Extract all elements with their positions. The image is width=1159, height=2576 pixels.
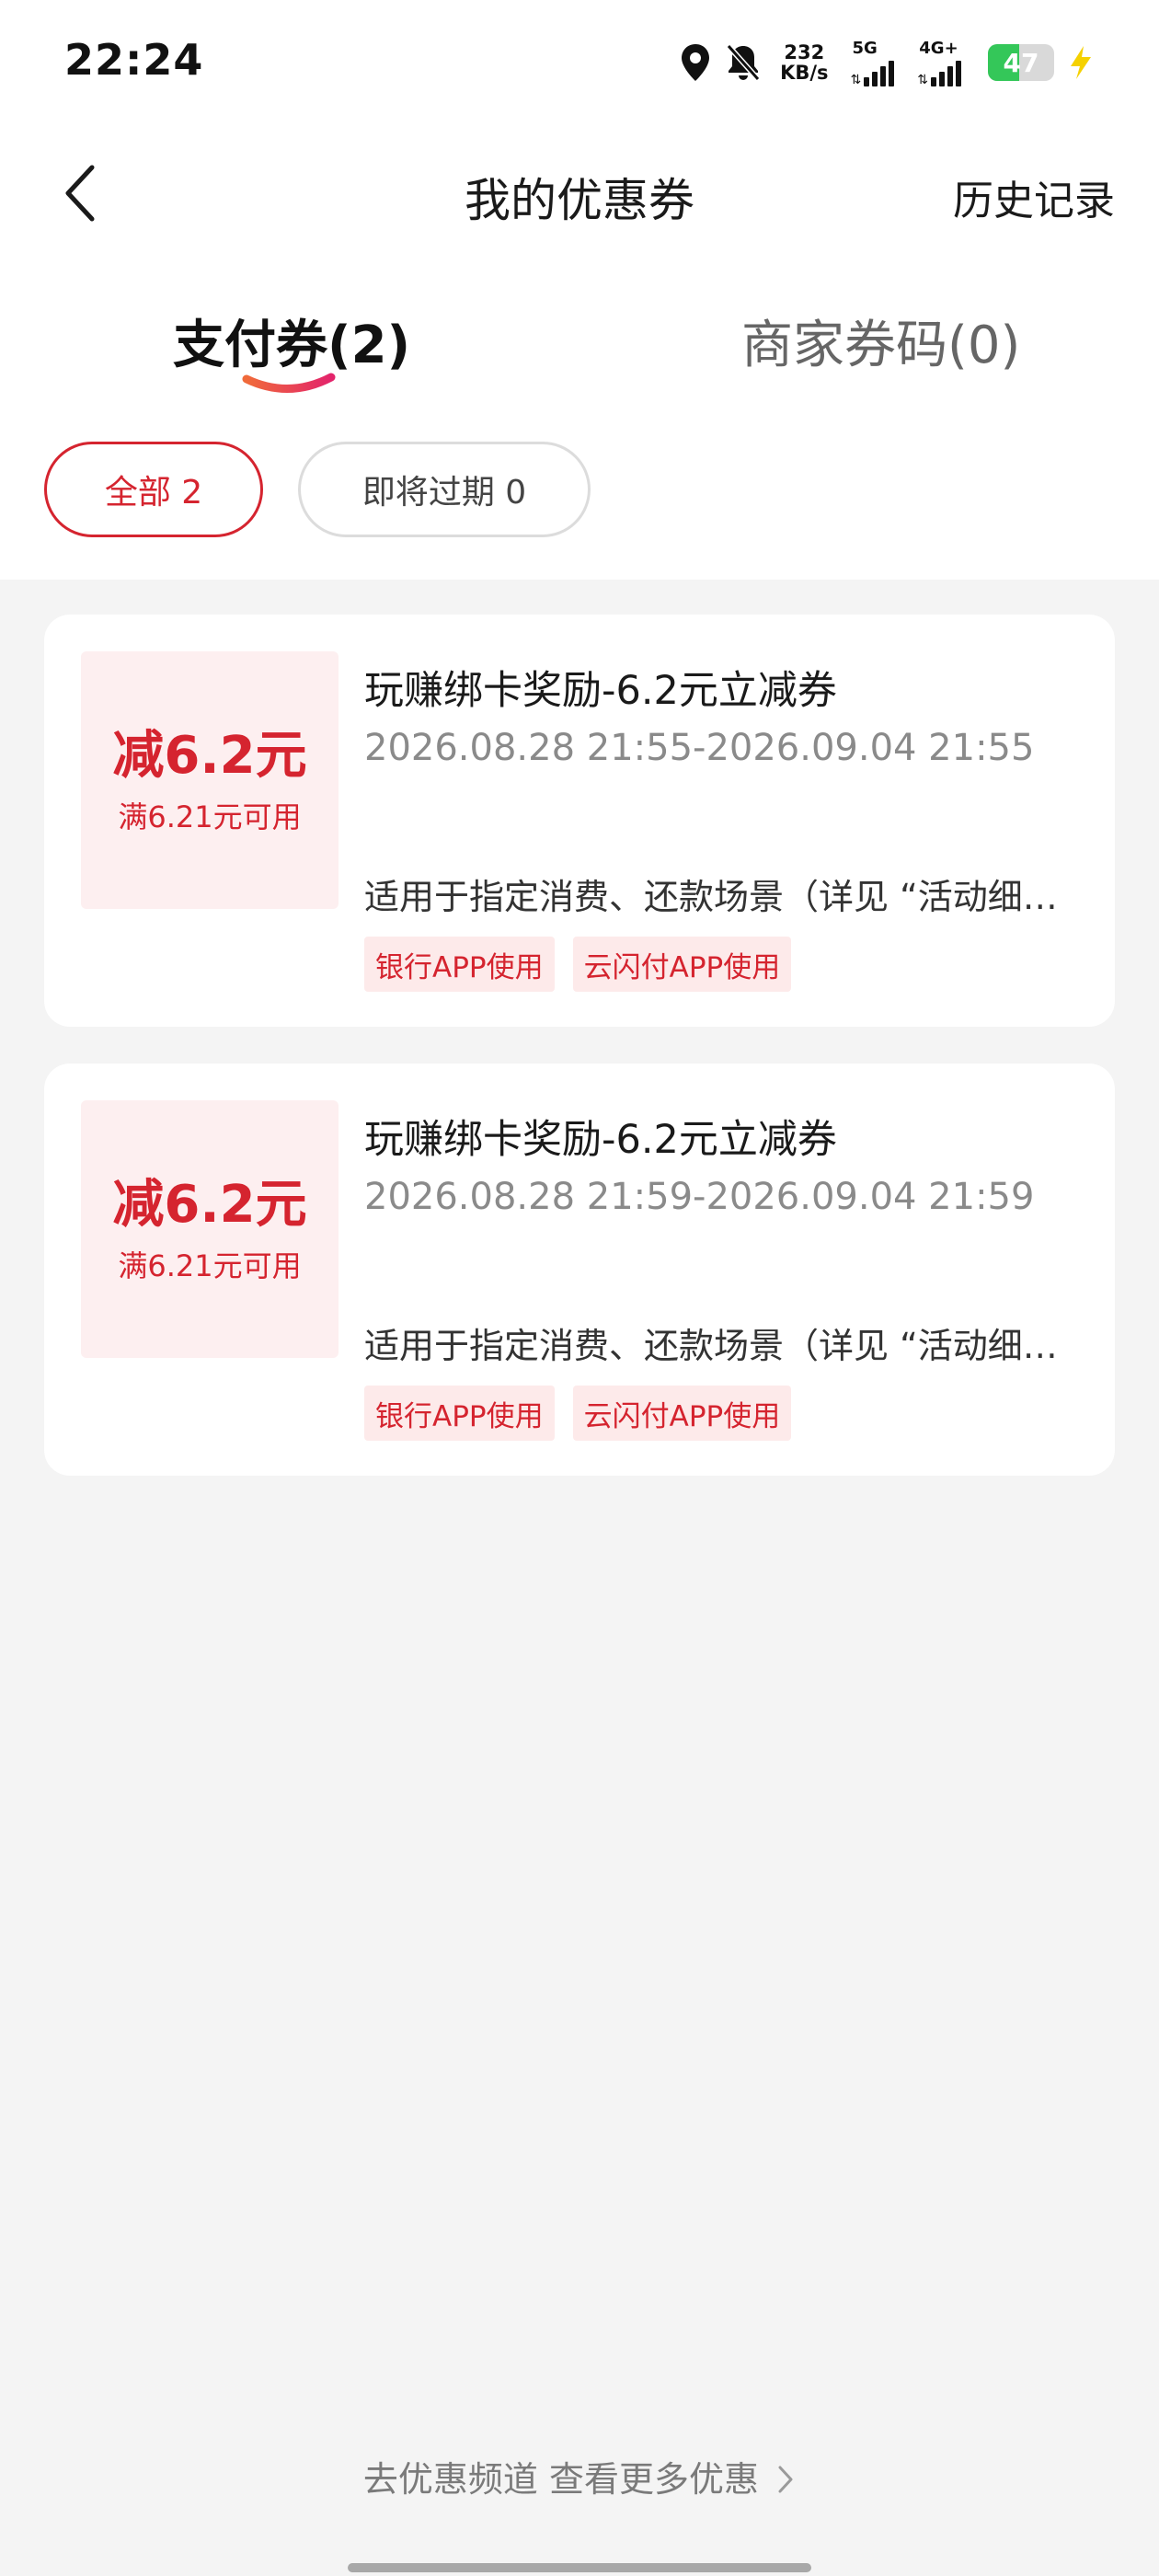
net-speed-value: 232 (784, 41, 825, 63)
coupon-tag: 银行APP使用 (364, 937, 555, 992)
coupon-condition: 满6.21元可用 (118, 799, 302, 834)
coupon-amount: 减6.2元 (112, 726, 307, 786)
coupon-value-block: 减6.2元 满6.21元可用 (81, 651, 339, 909)
bell-muted-icon (725, 42, 762, 83)
net-speed-unit: KB/s (780, 62, 829, 84)
battery-level: 47 (1003, 48, 1039, 78)
net-speed: 232 KB/s (780, 42, 828, 83)
coupon-condition: 满6.21元可用 (118, 1248, 302, 1283)
signal-1-label: 5G (852, 39, 878, 58)
coupon-description: 适用于指定消费、还款场景（详见 “活动细则”） (364, 877, 1091, 917)
signal-icon: 4G+ ⇅ (917, 39, 964, 86)
coupon-date-range: 2026.08.28 21:59-2026.09.04 21:59 (364, 1176, 1035, 1218)
status-time: 22:24 (64, 35, 204, 85)
data-arrows-icon: ⇅ (850, 73, 862, 87)
coupon-date-range: 2026.08.28 21:55-2026.09.04 21:55 (364, 727, 1035, 769)
tab-active-indicator (242, 373, 336, 393)
coupon-title: 玩赚绑卡奖励-6.2元立减券 (364, 1117, 837, 1163)
coupon-tag: 云闪付APP使用 (572, 937, 792, 992)
more-offers-label: 去优惠频道 查看更多优惠 (362, 2459, 759, 2500)
more-offers-link[interactable]: 去优惠频道 查看更多优惠 (0, 2451, 1159, 2501)
coupon-title: 玩赚绑卡奖励-6.2元立减券 (364, 668, 837, 714)
coupon-tags: 银行APP使用 云闪付APP使用 (364, 937, 792, 992)
tab-payment-coupons[interactable]: 支付券(2) (173, 304, 410, 378)
status-bar: 22:24 232 KB/s 5G ⇅ 4G+ ⇅ 47 (0, 0, 1159, 129)
filter-all-chip[interactable]: 全部 2 (44, 442, 263, 537)
home-indicator[interactable] (348, 2563, 811, 2572)
coupon-amount: 减6.2元 (112, 1175, 307, 1235)
charging-icon (1067, 44, 1095, 81)
filter-expiring-chip[interactable]: 即将过期 0 (298, 442, 591, 537)
coupon-tag: 云闪付APP使用 (572, 1386, 792, 1441)
coupon-tags: 银行APP使用 云闪付APP使用 (364, 1386, 792, 1441)
signal-icon: 5G ⇅ (851, 39, 898, 86)
data-arrows-icon: ⇅ (917, 73, 928, 87)
coupon-value-block: 减6.2元 满6.21元可用 (81, 1100, 339, 1358)
signal-2-label: 4G+ (919, 39, 958, 58)
history-link[interactable]: 历史记录 (953, 167, 1115, 226)
battery-icon: 47 (988, 44, 1054, 81)
coupon-card[interactable]: 减6.2元 满6.21元可用 玩赚绑卡奖励-6.2元立减券 2026.08.28… (44, 1064, 1115, 1476)
location-icon (679, 42, 712, 83)
tab-merchant-codes[interactable]: 商家券码(0) (741, 304, 1020, 378)
status-icons: 232 KB/s 5G ⇅ 4G+ ⇅ 47 (679, 35, 1095, 90)
coupon-card[interactable]: 减6.2元 满6.21元可用 玩赚绑卡奖励-6.2元立减券 2026.08.28… (44, 615, 1115, 1027)
coupon-description: 适用于指定消费、还款场景（详见 “活动细则”） (364, 1326, 1091, 1366)
coupon-tag: 银行APP使用 (364, 1386, 555, 1441)
chevron-right-icon (778, 2466, 793, 2493)
